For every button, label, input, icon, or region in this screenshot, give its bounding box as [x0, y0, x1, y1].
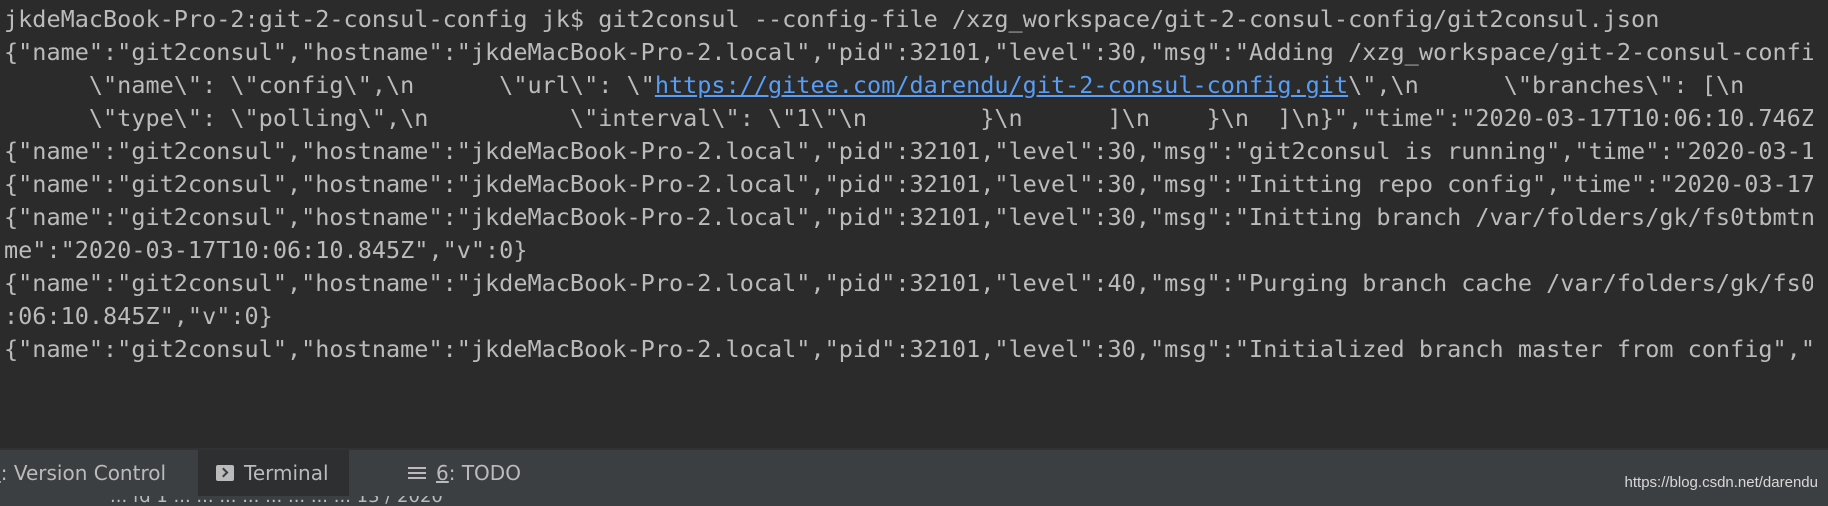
status-text: ... fd 1 ... ... ... ... ... ... ... ...… — [110, 496, 443, 506]
tab-version-control[interactable]: 9: Version Control — [0, 450, 184, 496]
terminal-line-text: {"name":"git2consul","hostname":"jkdeMac… — [4, 269, 1813, 297]
terminal-line-text: :06:10.845Z","v":0} — [4, 302, 273, 330]
terminal-line-text: {"name":"git2consul","hostname":"jkdeMac… — [4, 170, 1813, 198]
terminal-line-text: me":"2020-03-17T10:06:10.845Z","v":0} — [4, 236, 528, 264]
todo-list-icon — [408, 466, 426, 480]
terminal-line-text: \"name\": \"config\",\n \"url\": \" — [4, 71, 655, 99]
terminal-line-text: {"name":"git2consul","hostname":"jkdeMac… — [4, 38, 1813, 66]
tool-window-bar: 9: Version Control Terminal 6: TODO — [0, 450, 1828, 496]
terminal-line: {"name":"git2consul","hostname":"jkdeMac… — [4, 330, 1813, 368]
terminal-line-text: jkdeMacBook-Pro-2:git-2-consul-config jk… — [4, 5, 1660, 33]
terminal-output[interactable]: jkdeMacBook-Pro-2:git-2-consul-config jk… — [0, 0, 1813, 448]
terminal-scrollbar[interactable] — [1813, 0, 1828, 448]
tab-label: : TODO — [448, 461, 521, 485]
tab-terminal[interactable]: Terminal — [198, 450, 349, 496]
terminal-line-text: \",\n \"branches\": [\n — [1348, 71, 1745, 99]
tab-mnemonic: 6 — [436, 461, 449, 485]
tab-label: Terminal — [244, 461, 329, 485]
watermark: https://blog.csdn.net/darendu — [1624, 474, 1818, 491]
terminal-line-text: {"name":"git2consul","hostname":"jkdeMac… — [4, 203, 1813, 231]
terminal-line-text: {"name":"git2consul","hostname":"jkdeMac… — [4, 335, 1813, 363]
tab-label: : Version Control — [0, 461, 167, 485]
status-bar: ... fd 1 ... ... ... ... ... ... ... ...… — [0, 496, 1828, 506]
repo-url-link[interactable]: https://gitee.com/darendu/git-2-consul-c… — [655, 71, 1348, 99]
terminal-icon — [216, 465, 234, 481]
tab-todo[interactable]: 6: TODO — [390, 450, 539, 496]
terminal-line-text: {"name":"git2consul","hostname":"jkdeMac… — [4, 137, 1813, 165]
terminal-line: {"name":"git2consul","hostname":"jkdeMac… — [4, 264, 1813, 302]
terminal-line-text: \"type\": \"polling\",\n \"interval\": \… — [4, 104, 1813, 132]
